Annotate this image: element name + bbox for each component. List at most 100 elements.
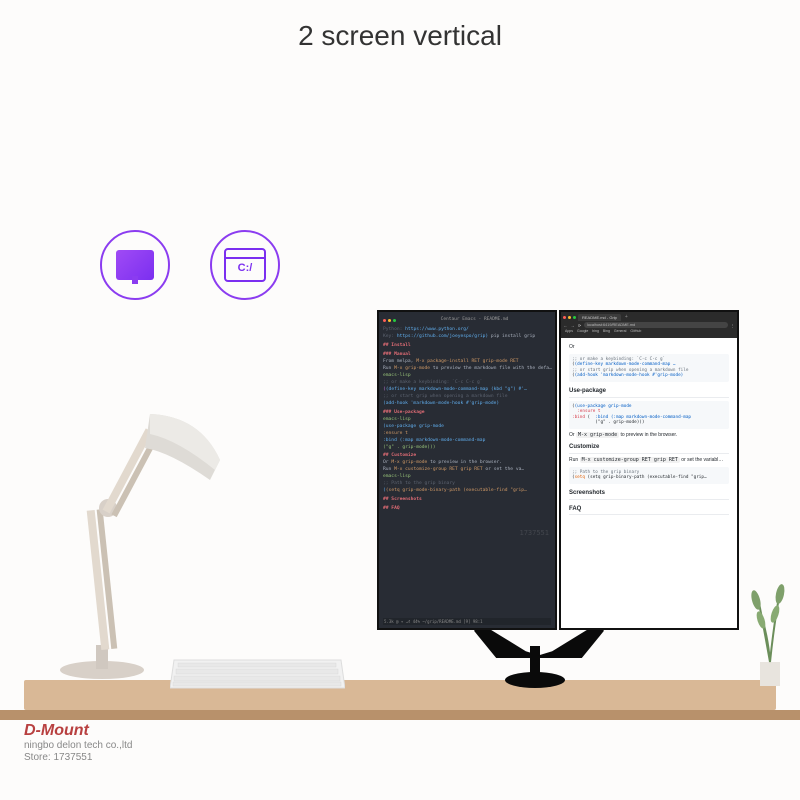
code-lang: emacs-lisp — [383, 417, 551, 423]
maximize-dot-icon — [393, 319, 396, 322]
code-line: (setq grip-mode-binary-path (executable-… — [386, 488, 527, 493]
minimize-dot-icon — [388, 319, 391, 322]
code-block: ;; or make a keybinding: `C-c C-c g` ((d… — [569, 354, 729, 382]
inline-code: M-x grip-mode — [576, 432, 619, 438]
bookmark-item[interactable]: GitHub — [630, 329, 641, 334]
code-line: (define-key markdown-mode-command-map (k… — [386, 387, 527, 392]
code-cmd: M-x grip-mode — [391, 460, 427, 465]
code-line: pip install grip — [491, 334, 535, 339]
menu-icon[interactable]: ⋮ — [730, 323, 735, 328]
keyboard — [170, 652, 345, 692]
editor-tab-title: Centaur Emacs - README.md — [441, 317, 509, 323]
code-heading: ## Customize — [383, 453, 551, 459]
code-line: :ensure t — [383, 431, 551, 437]
document-badge — [100, 230, 170, 300]
editor-titlebar: Centaur Emacs - README.md — [383, 316, 551, 324]
code-heading: ### Use-package — [383, 410, 551, 416]
monitor-left: Centaur Emacs - README.md Python: https:… — [377, 310, 557, 630]
code-line: Key: — [383, 334, 394, 339]
code-line: to preview the markdown file with the de… — [433, 366, 552, 371]
code-heading: ## Screenshots — [383, 497, 551, 503]
bookmark-item[interactable]: Bing — [603, 329, 610, 334]
desk-lamp — [50, 390, 250, 680]
heading: Screenshots — [569, 490, 729, 500]
code-line: :ensure t — [572, 409, 600, 414]
code-line: Run — [383, 366, 391, 371]
tab-row: README.md - Grip + — [563, 314, 735, 321]
code-line: to preview in the browser. — [430, 460, 502, 465]
code-line: (use-package grip-mode — [383, 424, 551, 430]
close-dot-icon — [563, 316, 566, 319]
bookmark-item[interactable]: Google — [577, 329, 588, 334]
brand-store: Store: 1737551 — [24, 752, 132, 764]
code-line: (setq grip-binary-path (executable-find … — [588, 475, 707, 480]
browser-chrome: README.md - Grip + ← → ⟳ localhost:6419/… — [561, 312, 737, 338]
code-line: ("g" . grip-mode))) — [572, 420, 644, 425]
code-line: (add-hook 'markdown-mode-hook #'grip-mod… — [383, 401, 499, 406]
code-line: Run — [383, 467, 391, 472]
code-line: (define-key markdown-mode-command-map … — [575, 362, 676, 367]
code-heading: ### Manual — [383, 352, 551, 358]
editor-statusbar: 5.3k @ ▾ ⎇ 44% ~/grip/README.md [9] 98:1 — [383, 618, 551, 625]
code-line: Python: — [383, 327, 402, 332]
window-icon: C:/ — [224, 248, 266, 282]
text: Or M-x grip-mode to preview in the brows… — [569, 432, 729, 439]
maximize-dot-icon — [573, 316, 576, 319]
window-label: C:/ — [238, 262, 253, 274]
close-dot-icon — [383, 319, 386, 322]
forward-icon[interactable]: → — [570, 323, 575, 328]
code-cmd: M-x grip-mode — [394, 366, 430, 371]
code-line: (add-hook 'markdown-mode-hook #'grip-mod… — [575, 373, 684, 378]
bookmark-item[interactable]: Apps — [565, 329, 573, 334]
code-comment: ;; or start grip when opening a markdown… — [383, 394, 551, 400]
bookmark-item[interactable]: bing — [592, 329, 599, 334]
heading: Use-package — [569, 388, 729, 398]
code-lang: emacs-lisp — [383, 373, 551, 379]
code-comment: ;; Path to the grip binary — [383, 481, 551, 487]
text: Or — [569, 344, 729, 351]
code-heading: ## Install — [383, 343, 551, 349]
mount-stem — [530, 646, 540, 676]
code-comment: ;; or make a keybinding: `C-c C-c g` — [383, 380, 551, 386]
page-title: 2 screen vertical — [298, 20, 502, 52]
address-row: ← → ⟳ localhost:6419/README.md ⋮ — [563, 322, 735, 328]
reload-icon[interactable]: ⟳ — [577, 323, 582, 328]
code-url: https://www.python.org/ — [405, 327, 469, 332]
code-line: (use-package grip-mode — [575, 404, 632, 409]
inline-code: M-x customize-group RET grip RET — [580, 457, 680, 463]
text: Run M-x customize-group RET grip RET or … — [569, 457, 729, 464]
code-lang: emacs-lisp — [383, 474, 551, 480]
code-comment: ;; or start grip when opening a markdown… — [572, 368, 688, 373]
code-line: :bind (:map markdown-mode-command-map — [383, 438, 551, 444]
watermark: 1737551 — [519, 529, 549, 538]
plant — [744, 568, 794, 688]
browser-content: Or ;; or make a keybinding: `C-c C-c g` … — [561, 338, 737, 628]
minimize-dot-icon — [568, 316, 571, 319]
heading: FAQ — [569, 506, 729, 516]
desk-edge — [0, 710, 800, 720]
brand-name: D-Mount — [24, 721, 132, 740]
code-comment: ;; or make a keybinding: `C-c C-c g` — [572, 357, 665, 362]
code-line: From melpa, — [383, 359, 413, 364]
heading: Customize — [569, 444, 729, 454]
new-tab-icon[interactable]: + — [625, 314, 628, 321]
code-editor: Centaur Emacs - README.md Python: https:… — [379, 312, 555, 628]
bookmark-bar: Apps Google bing Bing General GitHub — [563, 329, 735, 334]
address-bar[interactable]: localhost:6419/README.md — [584, 322, 728, 328]
brand-company: ningbo delon tech co.,ltd — [24, 740, 132, 752]
bookmark-item[interactable]: General — [614, 329, 626, 334]
code-block: ((use-package grip-mode :ensure t :bind … — [569, 401, 729, 429]
code-line: Or — [383, 460, 389, 465]
monitor-right: README.md - Grip + ← → ⟳ localhost:6419/… — [559, 310, 739, 630]
code-heading: ## FAQ — [383, 506, 551, 512]
desk-surface — [24, 680, 776, 710]
back-icon[interactable]: ← — [563, 323, 568, 328]
code-cmd: M-x package-install RET grip-mode RET — [416, 359, 518, 364]
code-cmd: M-x customize-group RET grip RET — [394, 467, 483, 472]
code-line: ("g" . grip-mode))) — [383, 445, 551, 451]
browser-tab[interactable]: README.md - Grip — [578, 314, 621, 321]
document-icon — [116, 250, 154, 280]
dual-monitors: Centaur Emacs - README.md Python: https:… — [377, 310, 739, 630]
code-comment: ;; Path to the grip binary — [572, 470, 639, 475]
code-line: or set the va… — [485, 467, 524, 472]
